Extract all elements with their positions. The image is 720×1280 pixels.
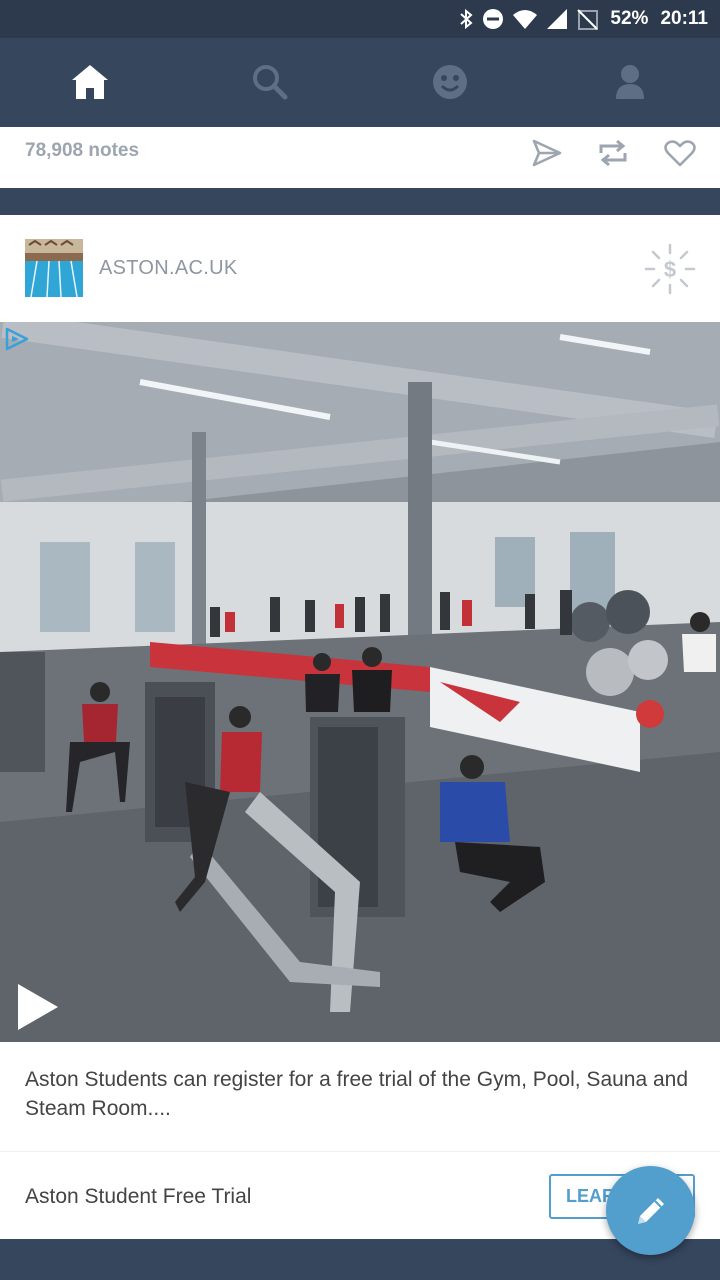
signal-icon [547, 9, 568, 29]
no-sim-icon [577, 9, 599, 30]
cta-title: Aston Student Free Trial [25, 1185, 252, 1208]
post-header: ASTON.AC.UK $ [0, 215, 720, 322]
blog-name[interactable]: ASTON.AC.UK [99, 257, 238, 280]
sponsored-dollar-icon[interactable]: $ [644, 243, 696, 295]
status-bar: 52% 20:11 [0, 0, 720, 38]
play-icon[interactable] [16, 982, 60, 1032]
tab-search[interactable] [180, 38, 360, 126]
clock: 20:11 [660, 8, 708, 29]
sponsored-post: ASTON.AC.UK $ Aston Students can registe… [0, 215, 720, 1239]
tab-home[interactable] [0, 38, 180, 126]
tab-bar [0, 38, 720, 126]
tab-explore[interactable] [360, 38, 540, 126]
like-icon [664, 140, 696, 167]
pencil-icon [637, 1197, 664, 1224]
share-icon [532, 139, 562, 167]
reblog-icon [599, 139, 627, 167]
notes-count[interactable]: 78,908 notes [25, 140, 139, 162]
home-icon [72, 65, 108, 99]
ad-video[interactable] [0, 322, 720, 1042]
compose-button[interactable] [606, 1166, 695, 1255]
wifi-icon [513, 10, 538, 29]
tab-account[interactable] [540, 38, 720, 126]
post-footer: 78,908 notes [0, 127, 720, 188]
like-button[interactable] [660, 133, 700, 173]
search-icon [253, 65, 288, 100]
svg-text:$: $ [664, 257, 676, 282]
explore-face-icon [433, 65, 467, 99]
do-not-disturb-icon [483, 9, 504, 29]
share-button[interactable] [527, 133, 567, 173]
battery-level: 52% [610, 8, 649, 29]
bluetooth-icon [460, 8, 473, 30]
ad-caption: Aston Students can register for a free t… [25, 1068, 689, 1120]
avatar[interactable] [25, 239, 83, 297]
ad-choices-icon[interactable] [4, 326, 30, 352]
reblog-button[interactable] [593, 133, 633, 173]
gym-video-thumbnail [0, 322, 720, 1042]
account-icon [616, 65, 644, 99]
pool-avatar-image [25, 239, 83, 297]
